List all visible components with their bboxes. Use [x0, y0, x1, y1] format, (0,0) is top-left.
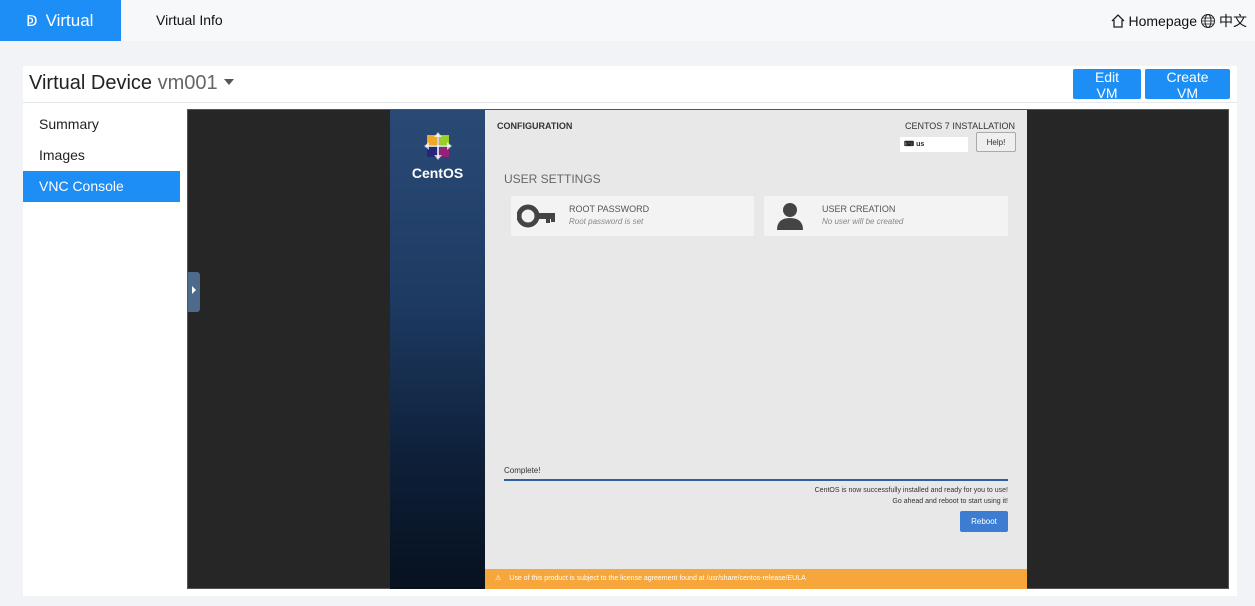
card-header: Virtual Device vm001 Edit VM Create VM	[23, 66, 1237, 103]
keyboard-layout: us	[916, 141, 925, 148]
progress-label: Complete!	[504, 466, 541, 475]
help-button[interactable]: Help!	[976, 132, 1016, 152]
sidebar-item-summary[interactable]: Summary	[23, 109, 180, 140]
finish-message: CentOS is now successfully installed and…	[814, 487, 1008, 494]
sidebar: Summary Images VNC Console	[23, 109, 180, 202]
edit-vm-button[interactable]: Edit VM	[1073, 69, 1141, 101]
finish-hint: Go ahead and reboot to start using it!	[892, 498, 1008, 505]
home-icon	[1111, 14, 1124, 28]
page-title-text: Virtual Device	[29, 72, 153, 94]
reboot-button[interactable]: Reboot	[960, 511, 1008, 532]
configuration-title: CONFIGURATION	[497, 121, 573, 131]
top-right-links: Homepage 中文	[1110, 11, 1247, 31]
page-title: Virtual Device vm001	[29, 72, 234, 95]
vnc-control-bar-handle[interactable]	[188, 272, 200, 312]
spoke-status: No user will be created	[822, 217, 904, 226]
centos-logo-icon	[424, 132, 452, 160]
user-creation-spoke[interactable]: USER CREATION No user will be created	[764, 196, 1008, 236]
centos-brand-text: CentOS	[411, 165, 464, 181]
key-icon	[517, 204, 555, 228]
centos-installer-screen[interactable]: CentOS CONFIGURATION CENTOS 7 INSTALLATI…	[390, 110, 1027, 589]
keyboard-layout-indicator[interactable]: ⌨ us	[900, 137, 968, 152]
installer-main-pane: CONFIGURATION CENTOS 7 INSTALLATION ⌨ us…	[485, 110, 1027, 589]
spoke-title: ROOT PASSWORD	[569, 204, 650, 214]
progress-bar	[504, 479, 1008, 481]
root-password-spoke[interactable]: ROOT PASSWORD Root password is set	[511, 196, 754, 236]
content-card: Virtual Device vm001 Edit VM Create VM S…	[23, 66, 1237, 596]
vnc-console[interactable]: CentOS CONFIGURATION CENTOS 7 INSTALLATI…	[187, 109, 1229, 589]
create-vm-button[interactable]: Create VM	[1145, 69, 1230, 101]
sidebar-item-images[interactable]: Images	[23, 140, 180, 171]
user-icon	[777, 203, 803, 230]
keyboard-icon: ⌨	[904, 141, 915, 148]
spoke-title: USER CREATION	[822, 204, 896, 214]
sidebar-item-vnc-console[interactable]: VNC Console	[23, 171, 180, 202]
brand-tab[interactable]: ↁ Virtual	[0, 0, 121, 41]
centos-sidebar: CentOS	[390, 110, 485, 589]
eula-notice-bar: ⚠ Use of this product is subject to the l…	[485, 569, 1027, 589]
language-link[interactable]: 中文	[1219, 11, 1247, 31]
chevron-down-icon[interactable]	[223, 78, 234, 85]
vm-selector[interactable]: vm001	[158, 72, 218, 94]
eula-text: Use of this product is subject to the li…	[509, 575, 806, 582]
spoke-status: Root password is set	[569, 217, 644, 226]
top-nav: ↁ Virtual Virtual Info Homepage 中文	[0, 0, 1255, 41]
installation-title: CENTOS 7 INSTALLATION	[904, 121, 1015, 131]
user-settings-heading: USER SETTINGS	[504, 172, 601, 186]
brand-logo-icon: ↁ	[26, 12, 38, 30]
brand-label: Virtual	[45, 10, 94, 30]
globe-icon	[1201, 14, 1215, 28]
homepage-link[interactable]: Homepage	[1129, 13, 1198, 29]
nav-virtual-info[interactable]: Virtual Info	[156, 12, 223, 28]
chevron-right-icon	[192, 286, 196, 294]
warning-icon: ⚠	[495, 575, 502, 582]
